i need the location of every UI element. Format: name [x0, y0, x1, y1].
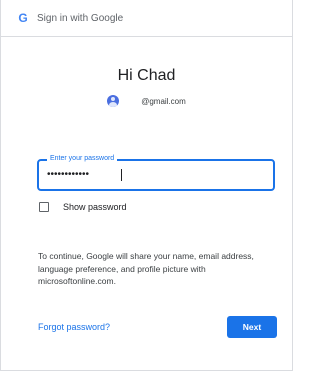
account-chip[interactable]: @gmail.com — [1, 95, 292, 107]
person-avatar-icon — [107, 95, 120, 107]
show-password-checkbox[interactable] — [39, 202, 49, 212]
window-title: Sign in with Google — [37, 12, 124, 24]
password-field[interactable]: Enter your password — [37, 155, 275, 191]
sign-in-dialog: G Sign in with Google Hi Chad @gmail.com… — [0, 0, 293, 371]
show-password-label[interactable]: Show password — [63, 202, 127, 212]
greeting-heading: Hi Chad — [117, 67, 176, 84]
show-password-row[interactable]: Show password — [39, 202, 127, 212]
account-email: @gmail.com — [141, 96, 186, 106]
title-bar: G Sign in with Google — [1, 0, 292, 37]
google-logo-icon: G — [18, 11, 28, 25]
password-input[interactable] — [47, 169, 247, 180]
forgot-password-link[interactable]: Forgot password? — [38, 322, 110, 332]
next-button[interactable]: Next — [227, 316, 277, 338]
password-field-label: Enter your password — [47, 155, 118, 162]
consent-info-text: To continue, Google will share your name… — [38, 251, 254, 286]
text-cursor — [121, 169, 122, 181]
